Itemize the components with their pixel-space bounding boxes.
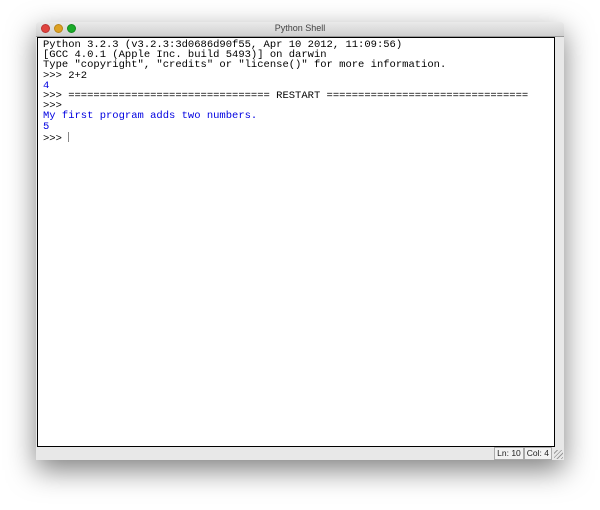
resize-grip-icon[interactable]	[554, 450, 563, 459]
line-number: Ln: 10	[494, 447, 524, 460]
shell-line: 5	[43, 120, 50, 133]
shell-text-area[interactable]: Python 3.2.3 (v3.2.3:3d0686d90f55, Apr 1…	[37, 37, 555, 447]
shell-line: >>> ================================ RES…	[43, 90, 529, 103]
title-bar[interactable]: Python Shell	[36, 22, 564, 37]
status-bar: Ln: 10 Col: 4	[494, 447, 552, 460]
window-title: Python Shell	[274, 23, 326, 33]
python-shell-window: Python Shell Python 3.2.3 (v3.2.3:3d0686…	[36, 22, 564, 460]
shell-output: Python 3.2.3 (v3.2.3:3d0686d90f55, Apr 1…	[43, 40, 528, 144]
prompt: >>>	[43, 132, 69, 145]
prompt-line[interactable]: >>>	[43, 131, 528, 145]
column-number: Col: 4	[523, 447, 552, 460]
shell-line: My first program adds two numbers.	[43, 110, 258, 123]
shell-line: >>> 2+2	[43, 69, 88, 82]
text-cursor	[68, 131, 70, 142]
shell-line: Type "copyright", "credits" or "license(…	[43, 59, 447, 72]
